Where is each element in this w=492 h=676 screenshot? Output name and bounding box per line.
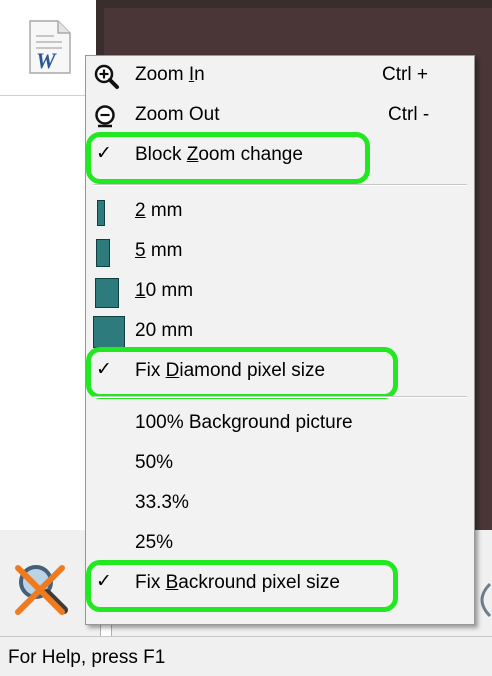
menu-item-label: 25% (135, 532, 174, 553)
menu-item-label: 2 mm (135, 200, 183, 221)
svg-text:W: W (36, 48, 57, 73)
menu-item-label: 10 mm (135, 280, 194, 301)
menu-separator (93, 184, 467, 186)
menu-item-10mm[interactable]: 10 mm (86, 274, 474, 312)
menu-item-2mm[interactable]: 2 mm (86, 194, 474, 232)
divider (0, 95, 96, 96)
menu-item-label: 33.3% (135, 492, 189, 513)
size-swatch-icon (93, 316, 125, 348)
menu-item-label: Zoom In (135, 64, 205, 85)
menu-item-bg-50[interactable]: 50% (86, 446, 474, 484)
highlight-fix-background (86, 560, 398, 612)
menu-item-label: 20 mm (135, 320, 194, 341)
menu-item-zoom-out[interactable]: Zoom Out Ctrl - (86, 98, 474, 136)
zoom-out-icon (94, 104, 120, 130)
menu-item-bg-100[interactable]: 100% Background picture (86, 406, 474, 444)
menu-separator (93, 396, 467, 398)
shortcut-text: Ctrl - (388, 104, 430, 125)
zoom-in-icon (94, 64, 120, 90)
menu-item-label: Zoom Out (135, 104, 220, 125)
zoom-tool-icon[interactable] (12, 560, 82, 620)
size-swatch-icon (96, 239, 110, 267)
menu-item-label: 50% (135, 452, 174, 473)
word-document-icon[interactable]: W (28, 20, 72, 74)
menu-item-bg-33[interactable]: 33.3% (86, 486, 474, 524)
menu-item-label: 5 mm (135, 240, 183, 261)
highlight-block-zoom (86, 132, 370, 184)
shortcut-text: Ctrl + (382, 64, 428, 85)
menu-item-5mm[interactable]: 5 mm (86, 234, 474, 272)
highlight-fix-diamond (86, 347, 398, 399)
size-swatch-icon (95, 278, 119, 308)
menu-item-label: 100% Background picture (135, 412, 353, 433)
menu-item-bg-25[interactable]: 25% (86, 526, 474, 564)
size-swatch-icon (97, 200, 105, 226)
status-text: For Help, press F1 (8, 647, 166, 668)
menu-item-zoom-in[interactable]: Zoom In Ctrl + (86, 58, 474, 96)
status-bar: For Help, press F1 (0, 636, 492, 676)
zoom-context-menu: Zoom In Ctrl + Zoom Out Ctrl - ✓ Block Z… (85, 55, 475, 625)
